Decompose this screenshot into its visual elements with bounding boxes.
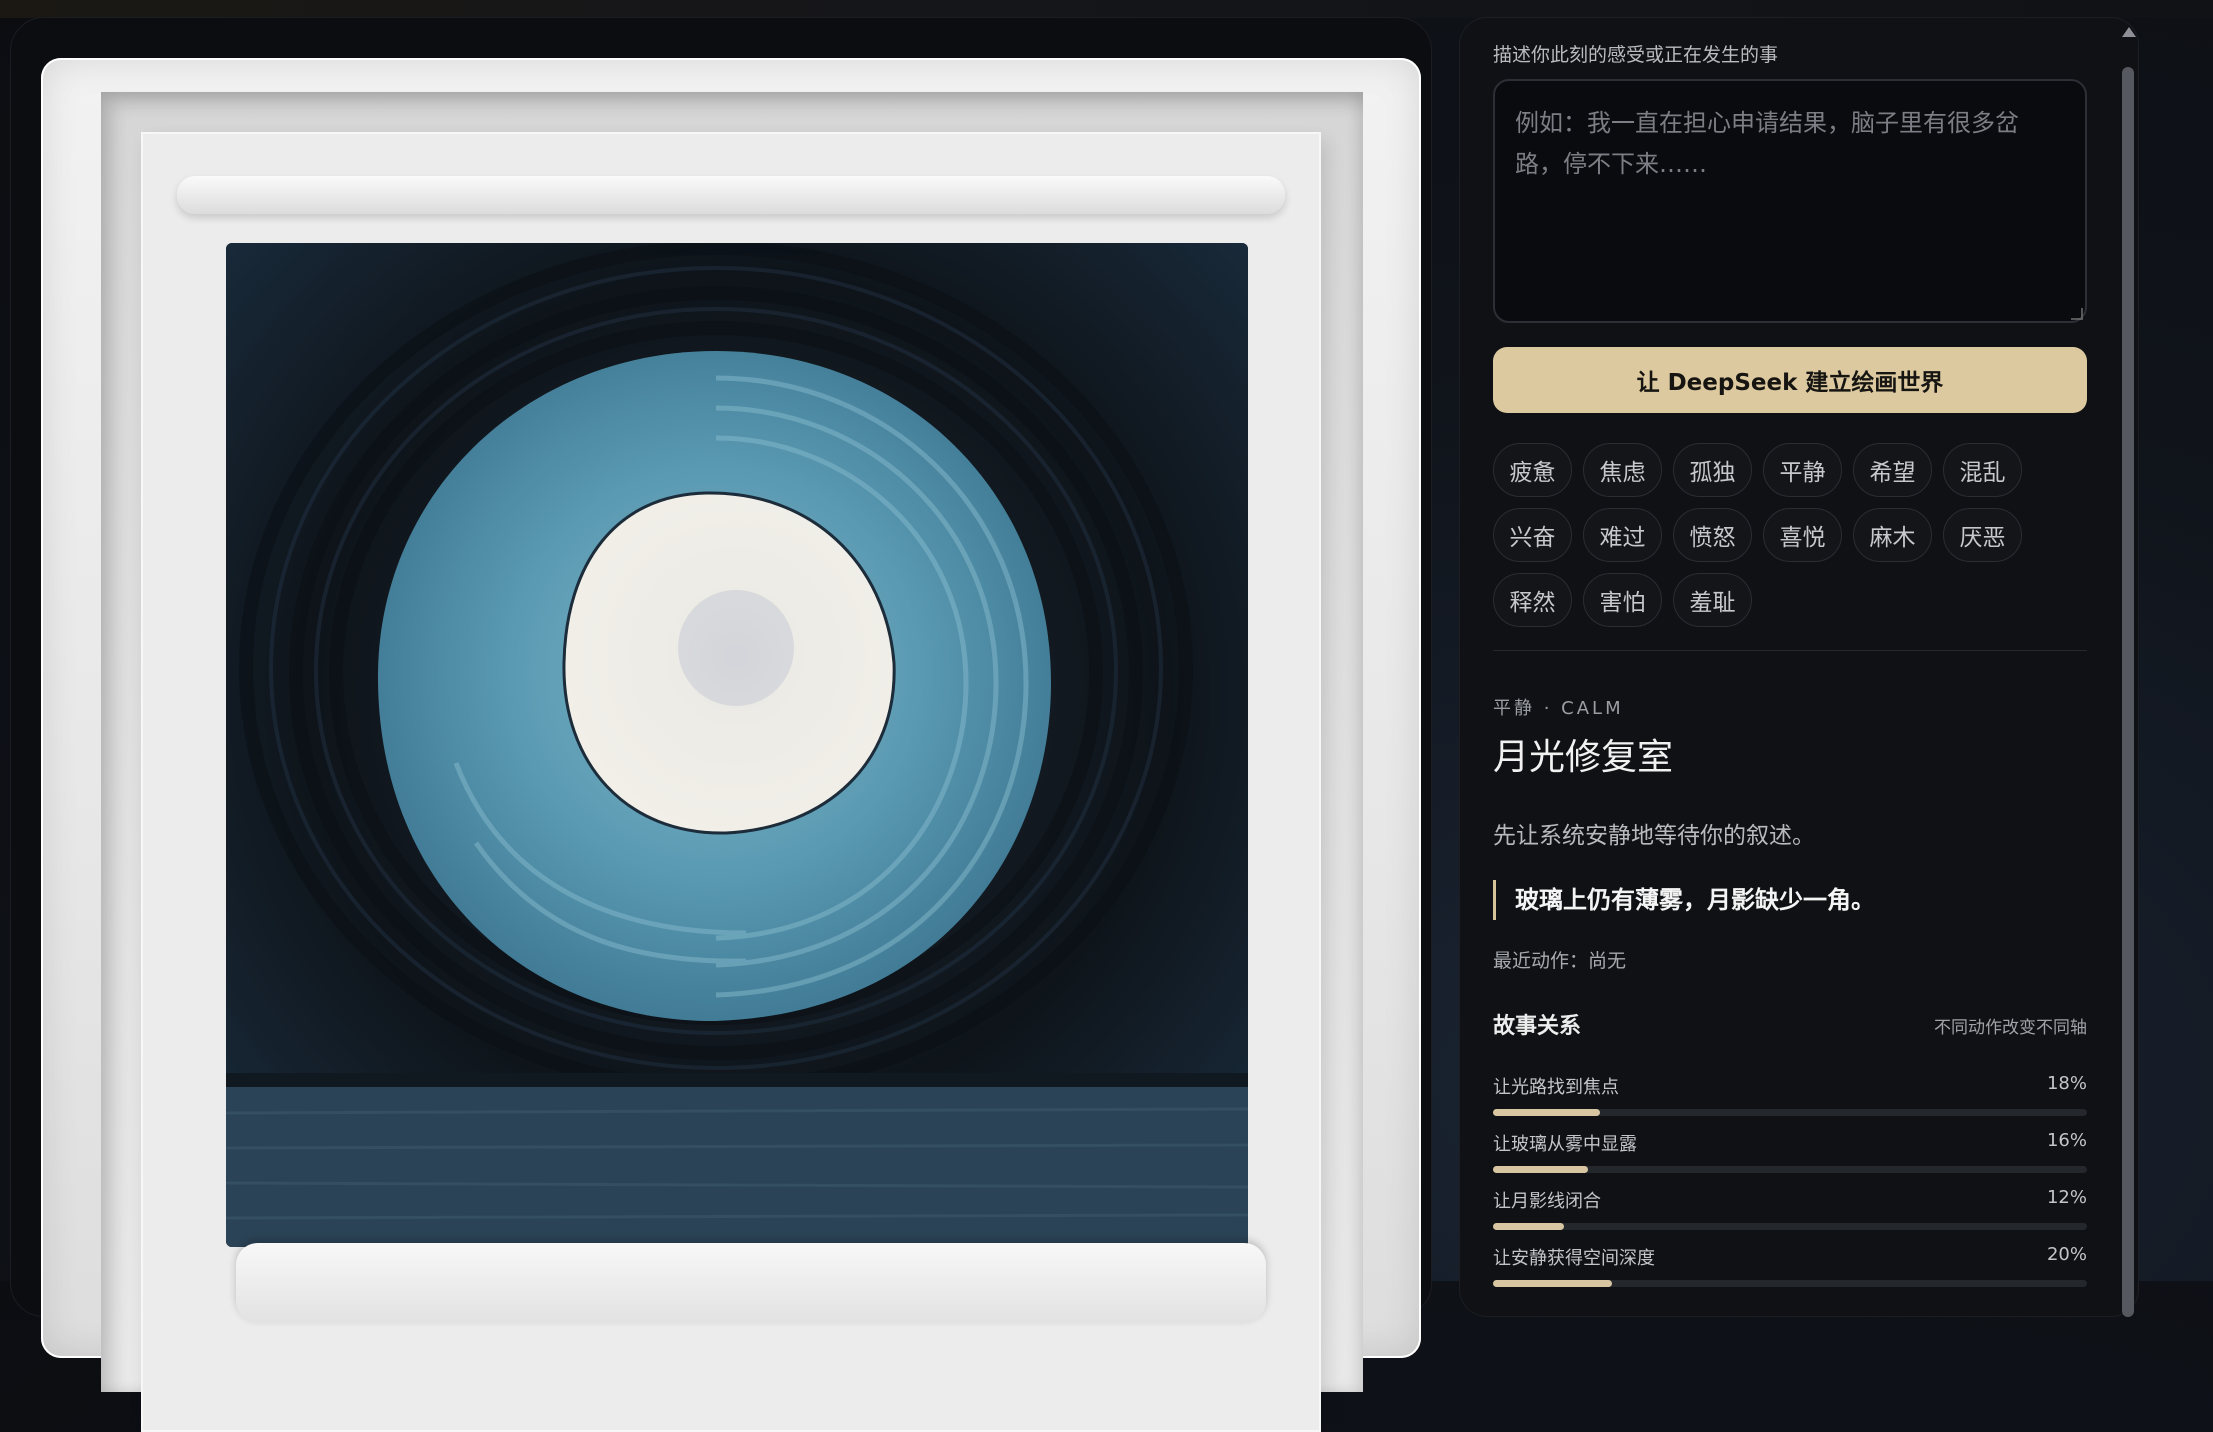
moon-painting — [226, 243, 1248, 1247]
frame-ledge — [177, 176, 1285, 214]
moon-painting-artwork — [226, 243, 1248, 1247]
metric-percent: 16% — [2046, 1130, 2087, 1151]
emotion-chip[interactable]: 愤怒 — [1673, 508, 1752, 562]
recent-action: 最近动作：尚无 — [1493, 950, 1627, 972]
emotion-chip[interactable]: 释然 — [1493, 573, 1572, 627]
side-panel: 描述你此刻的感受或正在发生的事 让 DeepSeek 建立绘画世界 疲惫 焦虑 … — [1459, 17, 2139, 1317]
prompt-label: 描述你此刻的感受或正在发生的事 — [1493, 44, 1779, 66]
metric-fill — [1493, 1280, 1612, 1287]
metric-focus: 让光路找到焦点 18% — [1493, 1073, 2087, 1130]
emotion-chip[interactable]: 孤独 — [1673, 443, 1752, 497]
emotion-chip[interactable]: 焦虑 — [1583, 443, 1662, 497]
emotion-chip[interactable]: 兴奋 — [1493, 508, 1572, 562]
emotion-chip[interactable]: 喜悦 — [1763, 508, 1842, 562]
metric-track — [1493, 1166, 2087, 1173]
metric-track — [1493, 1280, 2087, 1287]
metric-label: 让安静获得空间深度 — [1493, 1248, 1655, 1269]
metric-track — [1493, 1223, 2087, 1230]
emotion-chip[interactable]: 希望 — [1853, 443, 1932, 497]
metric-track — [1493, 1109, 2087, 1116]
emotion-chip[interactable]: 厌恶 — [1943, 508, 2022, 562]
room-title: 月光修复室 — [1493, 737, 1674, 778]
metric-fill — [1493, 1166, 1589, 1173]
story-note: 不同动作改变不同轴 — [1934, 1018, 2087, 1038]
emotion-chip[interactable]: 麻木 — [1853, 508, 1932, 562]
metric-percent: 20% — [2046, 1244, 2087, 1265]
emotion-chip[interactable]: 羞耻 — [1673, 573, 1752, 627]
metric-label: 让月影线闭合 — [1493, 1191, 1601, 1212]
metric-label: 让光路找到焦点 — [1493, 1077, 1619, 1098]
emotion-chip[interactable]: 疲惫 — [1493, 443, 1572, 497]
top-band — [0, 0, 2213, 18]
mood-tag: 平静 · CALM — [1493, 698, 1624, 719]
scroll-up-arrow-icon[interactable] — [2122, 27, 2136, 37]
feeling-textarea[interactable] — [1493, 79, 2087, 323]
story-title: 故事关系 — [1493, 1014, 1582, 1039]
build-world-button[interactable]: 让 DeepSeek 建立绘画世界 — [1493, 347, 2087, 413]
story-metrics: 让光路找到焦点 18% 让玻璃从雾中显露 16% 让月影线闭合 12% 让安静获… — [1493, 1073, 2087, 1301]
side-scrollbar[interactable] — [2117, 17, 2139, 1317]
emotion-chip[interactable]: 难过 — [1583, 508, 1662, 562]
scene-quote: 玻璃上仍有薄雾，月影缺少一角。 — [1493, 880, 1875, 920]
canvas-panel — [10, 17, 1432, 1432]
frame-bottom-ledge — [236, 1243, 1266, 1323]
emotion-chips: 疲惫 焦虑 孤独 平静 希望 混乱 兴奋 难过 愤怒 喜悦 麻木 厌恶 释然 害… — [1493, 443, 2087, 627]
scroll-thumb[interactable] — [2122, 67, 2134, 1317]
metric-moon-line: 让月影线闭合 12% — [1493, 1187, 2087, 1244]
metric-fill — [1493, 1223, 1565, 1230]
metric-percent: 12% — [2046, 1187, 2087, 1208]
metric-percent: 18% — [2046, 1073, 2087, 1094]
story-header: 故事关系 不同动作改变不同轴 — [1493, 1008, 2087, 1040]
metric-label: 让玻璃从雾中显露 — [1493, 1134, 1637, 1155]
emotion-chip[interactable]: 平静 — [1763, 443, 1842, 497]
section-divider — [1493, 650, 2087, 651]
emotion-chip[interactable]: 混乱 — [1943, 443, 2022, 497]
metric-fill — [1493, 1109, 1600, 1116]
emotion-chip[interactable]: 害怕 — [1583, 573, 1662, 627]
room-description: 先让系统安静地等待你的叙述。 — [1493, 823, 1815, 849]
metric-depth: 让安静获得空间深度 20% — [1493, 1244, 2087, 1301]
textarea-resize-handle[interactable] — [2071, 308, 2083, 320]
metric-glass: 让玻璃从雾中显露 16% — [1493, 1130, 2087, 1187]
